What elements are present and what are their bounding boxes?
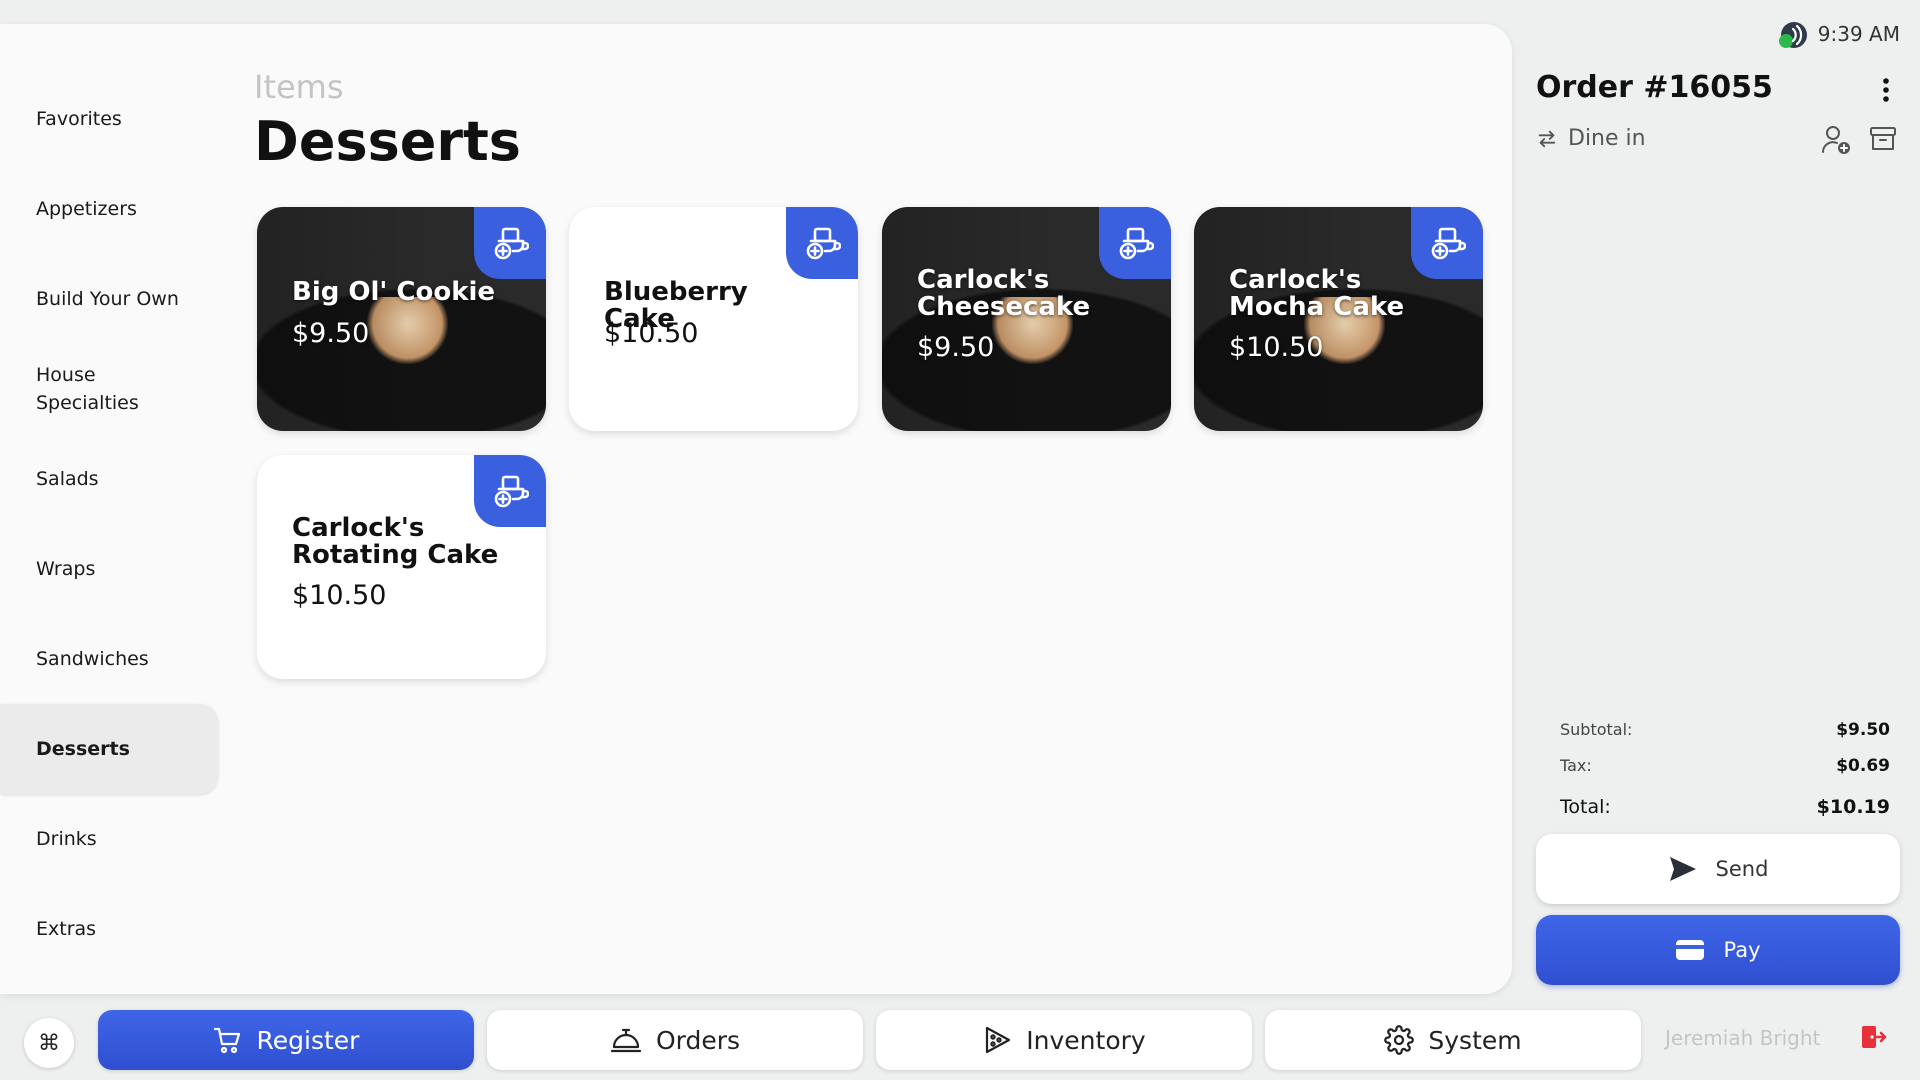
command-icon: ⌘: [38, 1030, 60, 1056]
category-drinks[interactable]: Drinks: [0, 794, 218, 884]
tab-register[interactable]: Register: [98, 1010, 474, 1070]
category-house-specialties[interactable]: House Specialties: [0, 344, 218, 434]
nfc-status-icon: [1779, 22, 1807, 48]
item-name: Big Ol' Cookie: [292, 277, 496, 307]
total-value: $10.19: [1816, 796, 1890, 818]
item-name: Carlock's Rotating Cake: [292, 513, 499, 570]
category-build-your-own[interactable]: Build Your Own: [0, 254, 218, 344]
item-name: Carlock's Mocha Cake: [1229, 265, 1405, 322]
category-label: Favorites: [36, 107, 122, 130]
category-label: Desserts: [36, 737, 130, 760]
category-label: Build Your Own: [36, 287, 179, 310]
category-wraps[interactable]: Wraps: [0, 524, 218, 614]
category-appetizers[interactable]: Appetizers: [0, 164, 218, 254]
category-label: Wraps: [36, 557, 96, 580]
add-to-order-button[interactable]: [474, 207, 546, 279]
swap-arrows-icon: [1538, 130, 1556, 147]
item-price: $9.50: [292, 318, 370, 349]
subtotal-value: $9.50: [1836, 720, 1890, 740]
pizza-tag-icon: [986, 1026, 1011, 1054]
order-type-label: Dine in: [1568, 126, 1646, 151]
item-name: Carlock's Cheesecake: [917, 265, 1091, 322]
add-item-icon: [494, 227, 529, 260]
category-desserts[interactable]: Desserts: [0, 704, 218, 794]
category-label: Drinks: [36, 827, 97, 850]
cart-icon: [213, 1027, 240, 1054]
tax-value: $0.69: [1836, 756, 1890, 776]
subtotal-row: Subtotal: $9.50: [1560, 720, 1890, 740]
menu-panel: Favorites Appetizers Build Your Own Hous…: [0, 24, 1512, 994]
order-panel: 9:39 AM Order #16055 Dine in Subtotal: $…: [1512, 0, 1920, 994]
tax-label: Tax:: [1560, 756, 1592, 775]
item-card-carlocks-cheesecake[interactable]: Carlock's Cheesecake $9.50: [882, 207, 1171, 431]
tab-label: System: [1428, 1025, 1522, 1055]
tab-label: Inventory: [1026, 1025, 1146, 1055]
item-card-blueberry-cake[interactable]: Blueberry Cake $10.50: [569, 207, 858, 431]
current-user-name: Jeremiah Bright: [1665, 1026, 1821, 1050]
tab-system[interactable]: System: [1265, 1010, 1641, 1070]
credit-card-icon: [1676, 940, 1705, 960]
total-label: Total:: [1560, 796, 1611, 818]
send-icon: [1669, 857, 1696, 881]
section-title: Desserts: [254, 110, 521, 173]
add-customer-icon[interactable]: [1820, 124, 1852, 156]
send-button[interactable]: Send: [1536, 834, 1900, 904]
tab-label: Register: [256, 1025, 360, 1055]
item-price: $10.50: [292, 580, 387, 611]
bottom-nav: ⌘ Register Orders Inventory System Jerem…: [0, 994, 1920, 1080]
items-section-label: Items: [254, 68, 344, 106]
category-label: Appetizers: [36, 197, 137, 220]
tab-label: Orders: [655, 1025, 741, 1055]
more-options-icon[interactable]: [1879, 76, 1893, 104]
category-label: Sandwiches: [36, 647, 149, 670]
item-price: $9.50: [917, 332, 995, 363]
send-label: Send: [1715, 857, 1769, 881]
item-card-big-ol-cookie[interactable]: Big Ol' Cookie $9.50: [257, 207, 546, 431]
status-time: 9:39 AM: [1817, 22, 1900, 46]
tab-inventory[interactable]: Inventory: [876, 1010, 1252, 1070]
add-item-icon: [1119, 227, 1154, 260]
pay-button[interactable]: Pay: [1536, 915, 1900, 985]
tab-orders[interactable]: Orders: [487, 1010, 863, 1070]
add-item-icon: [806, 227, 841, 260]
order-title: Order #16055: [1536, 70, 1773, 105]
category-sandwiches[interactable]: Sandwiches: [0, 614, 218, 704]
subtotal-label: Subtotal:: [1560, 720, 1633, 739]
category-label: Salads: [36, 467, 99, 490]
command-button[interactable]: ⌘: [24, 1018, 74, 1068]
add-to-order-button[interactable]: [786, 207, 858, 279]
category-label: House Specialties: [36, 363, 139, 415]
pay-label: Pay: [1723, 938, 1761, 962]
service-bell-icon: [610, 1028, 642, 1053]
add-item-icon: [1431, 227, 1466, 260]
category-salads[interactable]: Salads: [0, 434, 218, 524]
logout-icon: [1862, 1026, 1887, 1048]
category-favorites[interactable]: Favorites: [0, 74, 218, 164]
archive-icon[interactable]: [1868, 124, 1898, 154]
gear-icon: [1384, 1025, 1415, 1055]
logout-button[interactable]: [1858, 1022, 1888, 1056]
item-price: $10.50: [1229, 332, 1324, 363]
order-type-toggle[interactable]: Dine in: [1536, 126, 1646, 151]
add-item-icon: [494, 475, 529, 508]
item-card-carlocks-rotating-cake[interactable]: Carlock's Rotating Cake $10.50: [257, 455, 546, 679]
tax-row: Tax: $0.69: [1560, 756, 1890, 776]
category-label: Extras: [36, 917, 97, 940]
category-extras[interactable]: Extras: [0, 884, 218, 974]
total-row: Total: $10.19: [1560, 796, 1890, 818]
item-card-carlocks-mocha-cake[interactable]: Carlock's Mocha Cake $10.50: [1194, 207, 1483, 431]
category-sidebar: Favorites Appetizers Build Your Own Hous…: [0, 74, 218, 974]
item-price: $10.50: [604, 318, 699, 349]
